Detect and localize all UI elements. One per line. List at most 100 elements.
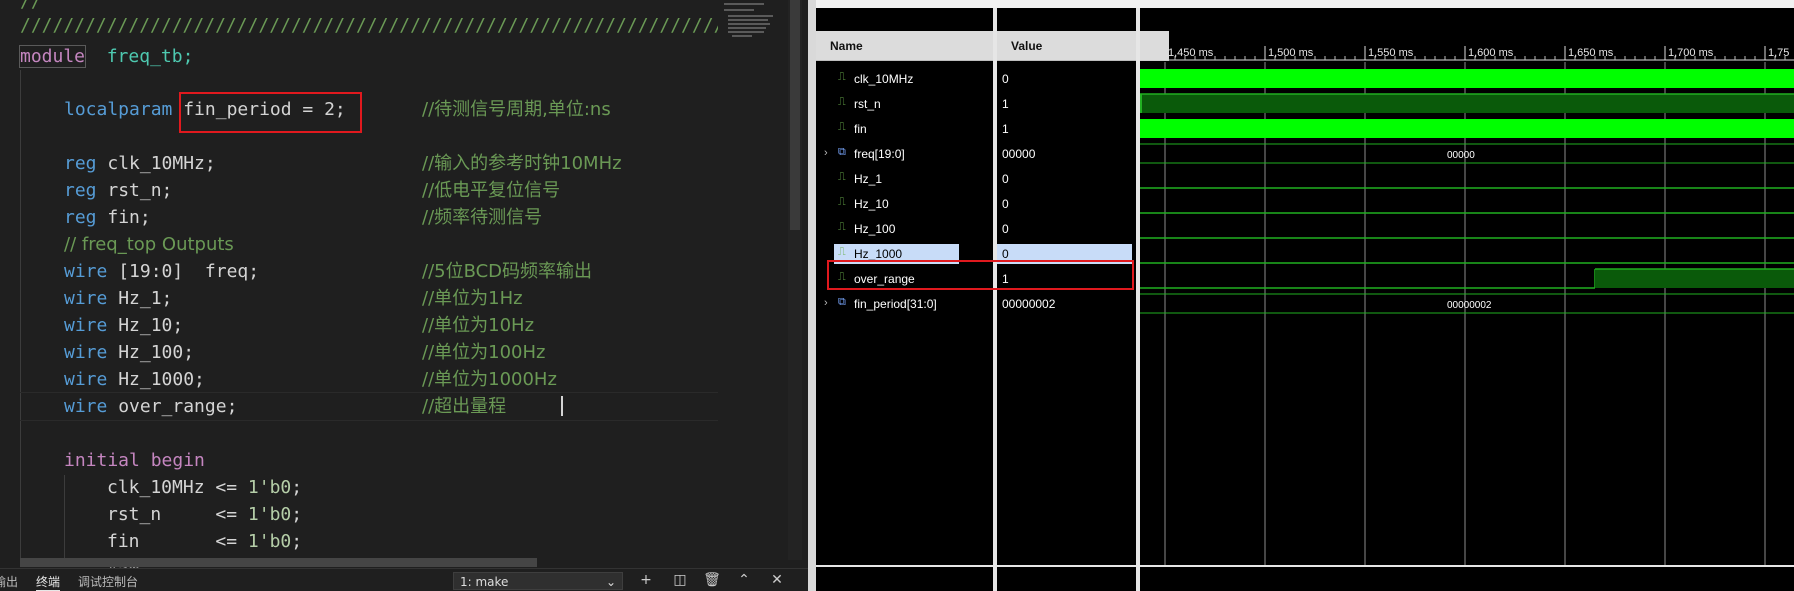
bit-signal-icon: ⎍ <box>838 196 846 208</box>
signal-value: 0 <box>1002 197 1009 211</box>
code-line: reg rst_n; //低电平复位信号 <box>64 177 560 204</box>
signal-name[interactable]: freq[19:0] <box>854 146 905 162</box>
text-cursor <box>561 396 563 416</box>
code-literal: 1'b0 <box>247 477 292 498</box>
code-identifier: Hz_1000; <box>118 369 205 390</box>
signal-name[interactable]: Hz_1 <box>854 171 882 187</box>
horizontal-scrollbar-thumb[interactable] <box>20 558 537 567</box>
code-keyword: wire <box>64 261 108 282</box>
code-identifier: Hz_1; <box>118 288 173 309</box>
code-line: rst_n <= 1'b0; <box>107 501 302 528</box>
code-keyword: module <box>18 45 87 68</box>
code-comment: //单位为10Hz <box>422 315 535 336</box>
code-line: initial begin <box>64 447 216 474</box>
code-comment: //低电平复位信号 <box>422 180 561 201</box>
code-punct: ; <box>291 531 303 552</box>
chevron-down-icon: ⌄ <box>605 575 616 589</box>
tab-terminal[interactable]: 终端 <box>36 573 61 591</box>
split-icon[interactable]: ◫ <box>671 571 689 589</box>
plus-icon[interactable]: + <box>637 571 655 589</box>
trash-icon[interactable]: 🗑 <box>703 571 721 589</box>
panel-bar: 输出 终端 调试控制台 1: make ⌄ + ◫ 🗑 ⌃ ✕ <box>0 568 808 591</box>
code-literal: 1'b0 <box>247 504 292 525</box>
signal-name[interactable]: fin <box>854 121 867 137</box>
code-punct: ; <box>291 504 303 525</box>
code-line: module freq_tb; <box>18 43 194 70</box>
expand-chevron-icon[interactable]: › <box>824 147 828 159</box>
bit-signal-icon: ⎍ <box>838 96 846 108</box>
code-literal: 1'b0 <box>247 531 292 552</box>
code-line: reg fin; //频率待测信号 <box>64 204 542 231</box>
signal-name[interactable]: Hz_10 <box>854 196 889 212</box>
code-identifier: rst_n <= <box>107 504 248 525</box>
tab-output[interactable]: 输出 <box>0 573 18 590</box>
signal-name[interactable]: rst_n <box>854 96 881 112</box>
code-keyword: initial begin <box>64 450 205 471</box>
code-line: ////////////////////////////////////////… <box>20 12 757 39</box>
pane-divider[interactable] <box>808 0 816 591</box>
bus-signal-icon: ⧉ <box>838 146 846 158</box>
ruler-label: 1,700 ms <box>1668 47 1714 59</box>
ruler-label: 1,75 <box>1768 47 1789 59</box>
indent-guide <box>20 70 21 560</box>
code-keyword: reg <box>64 180 97 201</box>
code-identifier: fin; <box>107 207 151 228</box>
minimap[interactable] <box>718 0 788 560</box>
terminal-select-value: 1: make <box>460 575 509 589</box>
signal-value: 1 <box>1002 97 1009 111</box>
code-keyword: reg <box>64 207 97 228</box>
signal-name[interactable]: clk_10MHz <box>854 71 913 87</box>
code-text: ////////////////////////////////////////… <box>20 15 757 36</box>
column-separator[interactable] <box>993 8 997 591</box>
high-level-fill <box>1140 94 1794 113</box>
code-comment: //单位为100Hz <box>422 342 546 363</box>
value-header-label: Value <box>1011 39 1043 53</box>
ruler-label: 1,500 ms <box>1268 47 1314 59</box>
vertical-scrollbar-thumb[interactable] <box>790 0 800 230</box>
code-comment: //单位为1000Hz <box>422 369 557 390</box>
bit-signal-icon: ⎍ <box>838 171 846 183</box>
code-line: wire Hz_1000; //单位为1000Hz <box>64 366 557 393</box>
chevron-up-icon[interactable]: ⌃ <box>735 571 753 589</box>
bit-signal-icon: ⎍ <box>838 221 846 233</box>
terminal-select[interactable]: 1: make ⌄ <box>453 572 623 590</box>
code-keyword: reg <box>64 153 97 174</box>
ruler-label: 1,600 ms <box>1468 47 1514 59</box>
code-identifier: rst_n; <box>107 180 173 201</box>
signal-traces: 00000 00000002 <box>1140 69 1794 314</box>
bit-signal-icon: ⎍ <box>838 71 846 83</box>
bit-signal-icon: ⎍ <box>838 246 846 258</box>
code-identifier: freq_tb; <box>106 46 194 67</box>
ruler-label: 1,550 ms <box>1368 47 1414 59</box>
code-comment: //5位BCD码频率输出 <box>422 261 593 282</box>
expand-chevron-icon[interactable]: › <box>824 297 828 309</box>
code-line: reg clk_10MHz; //输入的参考时钟10MHz <box>64 150 622 177</box>
code-identifier: Hz_100; <box>118 342 195 363</box>
name-column-header[interactable]: Name <box>816 31 993 61</box>
bit-signal-icon: ⎍ <box>838 121 846 133</box>
bus-value-label: 00000002 <box>1447 300 1492 311</box>
code-line: clk_10MHz <= 1'b0; <box>107 474 302 501</box>
close-icon[interactable]: ✕ <box>768 571 786 589</box>
current-line-highlight <box>20 392 718 421</box>
code-comment: //单位为1Hz <box>422 288 523 309</box>
tab-debug-console[interactable]: 调试控制台 <box>78 573 138 590</box>
code-identifier: Hz_10; <box>118 315 184 336</box>
code-editor[interactable]: ////////////////////////////////////////… <box>0 0 808 591</box>
code-line: fin <= 1'b0; <box>107 528 302 555</box>
wave-bottom-border <box>1140 565 1794 567</box>
time-ruler: 1,450 ms 1,500 ms 1,550 ms 1,600 ms 1,650 ms… <box>1140 46 1794 61</box>
waveform-viewer: Name Value ⎍ clk_10MHz 0 ⎍ rst_n 1 ⎍ fin 1 › ⧉ freq… <box>816 0 1794 591</box>
signal-value: 0 <box>1002 222 1009 236</box>
waveform-canvas[interactable]: 1,450 ms 1,500 ms 1,550 ms 1,600 ms 1,650 ms… <box>1140 8 1794 565</box>
code-comment: //输入的参考时钟10MHz <box>422 153 622 174</box>
signal-value: 0 <box>1002 72 1009 86</box>
signal-name[interactable]: fin_period[31:0] <box>854 296 937 312</box>
dense-toggle-trace <box>1140 69 1794 88</box>
code-keyword: localparam <box>64 99 173 120</box>
signal-value: 00000 <box>1002 147 1036 161</box>
signal-name[interactable]: Hz_100 <box>854 221 895 237</box>
code-identifier: clk_10MHz; <box>107 153 216 174</box>
indent-guide <box>64 475 65 560</box>
code-line: wire Hz_10; //单位为10Hz <box>64 312 534 339</box>
